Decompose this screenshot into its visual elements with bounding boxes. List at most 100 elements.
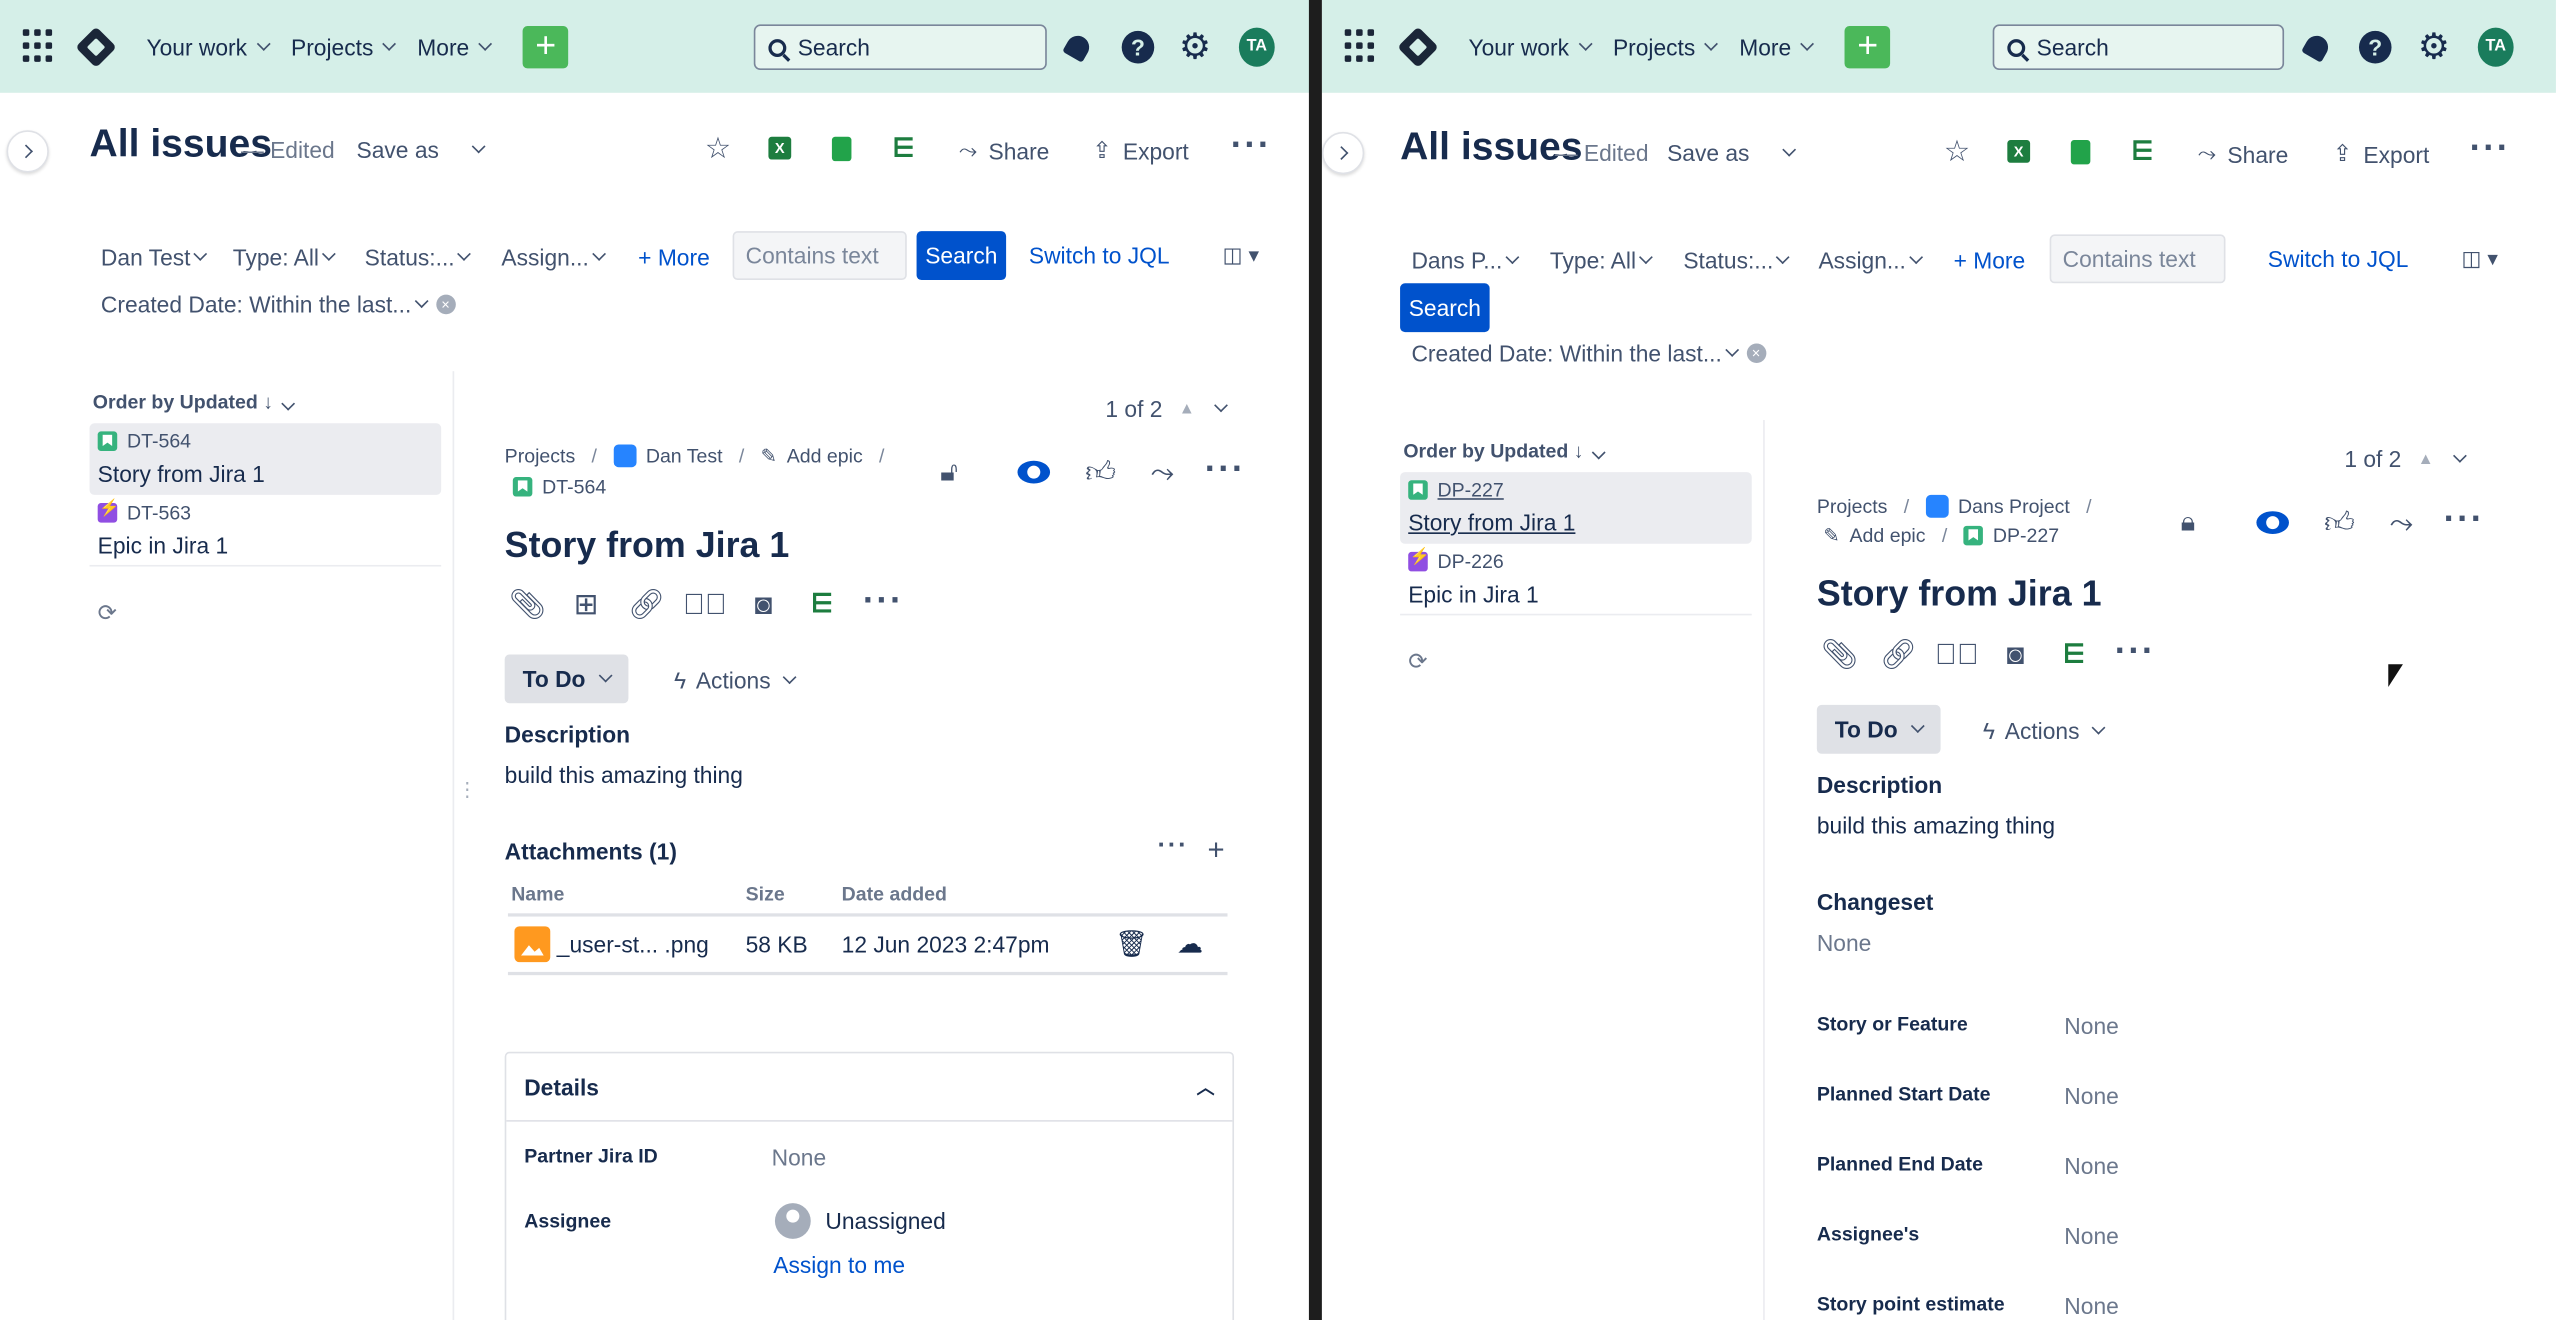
more-actions-icon[interactable]: ··· [1205,448,1246,490]
share-button[interactable]: ⤳ Share [2198,140,2288,168]
settings-gear-icon[interactable]: ⚙ [2416,28,2452,65]
expand-sidebar-button[interactable] [6,130,49,173]
more-actions-icon[interactable]: ··· [2444,498,2485,540]
collapse-chevron-icon[interactable]: ︿ [1197,1074,1215,1099]
order-by-button[interactable]: Order by Updated ↓ [1403,440,1606,462]
vote-thumbs-up-icon[interactable]: 👍︎ [1083,454,1119,490]
app-switcher-icon[interactable] [22,28,59,64]
checklist-icon[interactable]: ✓⃝ [683,584,727,623]
vote-thumbs-up-icon[interactable]: 👍︎ [2322,505,2358,541]
export-button[interactable]: ⇪ Export [1092,137,1188,165]
app-square-icon[interactable]: ◙ [744,584,783,623]
status-dropdown[interactable]: To Do [1816,704,1940,754]
google-sheets-icon[interactable] [2064,135,2097,168]
refresh-icon[interactable]: ⟳ [98,599,117,627]
share-icon[interactable]: ⤳ [1144,454,1180,490]
star-icon[interactable]: ☆ [702,131,735,165]
more-tools-icon[interactable]: ··· [863,580,904,622]
link-icon[interactable]: 🔗︎ [627,584,666,623]
actions-dropdown[interactable]: ϟ Actions [674,667,798,694]
jira-logo-icon[interactable] [1397,25,1439,68]
profile-avatar[interactable]: TA [1238,27,1275,67]
clear-filter-icon[interactable]: × [1746,343,1766,364]
attach-icon[interactable]: 📎︎ [1820,635,1859,674]
col-size[interactable]: Size [746,882,785,905]
xls-app-icon[interactable]: ⋿ [803,584,842,623]
previous-issue-icon[interactable]: ▲ [2418,450,2434,468]
link-icon[interactable]: 🔗︎ [1879,635,1918,674]
switch-to-jql-link[interactable]: Switch to JQL [1029,243,1170,269]
next-issue-icon[interactable] [1213,398,1228,413]
list-item[interactable]: DP-227 Story from Jira 1 [1400,472,1752,544]
filter-type[interactable]: Type: All [1550,247,1653,274]
share-icon[interactable]: ⤳ [2383,505,2419,541]
description-text[interactable]: build this amazing thing [1817,812,2055,838]
create-button[interactable]: + [1844,24,1891,68]
clear-filter-icon[interactable]: × [435,294,456,315]
child-issue-icon[interactable]: ⊞ [567,584,606,623]
add-epic-link[interactable]: Add epic [1850,524,1926,547]
xls-export-icon[interactable]: ⋿ [887,132,920,165]
refresh-icon[interactable]: ⟳ [1408,648,1427,676]
settings-gear-icon[interactable]: ⚙ [1177,28,1213,65]
nav-projects[interactable]: Projects [1613,33,1719,59]
field-value-assignees[interactable]: None [2064,1223,2118,1249]
help-icon[interactable]: ? [2357,29,2393,65]
xls-export-icon[interactable]: ⋿ [2126,135,2159,168]
delete-trash-icon[interactable]: 🗑︎ [1115,928,1177,961]
app-square-icon[interactable]: ◙ [1996,635,2035,674]
list-item[interactable]: DP-226 Epic in Jira 1 [1400,544,1752,616]
nav-more[interactable]: More [1739,33,1815,59]
assignee-value[interactable]: Unassigned [774,1203,946,1239]
attachments-menu-icon[interactable]: ··· [1158,832,1189,861]
previous-issue-icon[interactable]: ▲ [1179,400,1195,418]
issue-title[interactable]: Story from Jira 1 [505,524,790,566]
resize-handle[interactable]: ⋮ [457,778,477,801]
filter-type[interactable]: Type: All [233,244,336,270]
download-cloud-icon[interactable]: ☁︎ [1177,928,1203,961]
filter-project[interactable]: Dan Test [101,244,208,270]
order-by-button[interactable]: Order by Updated ↓ [93,391,296,414]
excel-export-icon[interactable]: X [2002,135,2035,168]
field-value-story-or-feature[interactable]: None [2064,1013,2118,1039]
details-header[interactable]: Details ︿ [506,1053,1233,1122]
nav-your-work[interactable]: Your work [147,33,271,59]
field-value-planned-end-date[interactable]: None [2064,1153,2118,1179]
watch-eye-icon[interactable] [2255,505,2291,541]
help-icon[interactable]: ? [1120,29,1156,65]
changeset-value[interactable]: None [1817,930,1871,956]
save-as-button[interactable]: Save as [357,137,485,163]
next-issue-icon[interactable] [2452,448,2467,463]
breadcrumb-issue-key[interactable]: DT-564 [512,475,606,498]
col-date-added[interactable]: Date added [842,882,947,905]
lock-icon[interactable]: 🔓︎ [931,454,967,490]
notifications-icon[interactable] [2299,29,2335,65]
profile-avatar[interactable]: TA [2477,27,2514,67]
global-search-input[interactable]: Search [1992,24,2285,71]
filter-project[interactable]: Dans P... [1411,247,1519,274]
breadcrumb-project[interactable]: Dan Test [646,444,723,467]
jira-logo-icon[interactable] [75,25,117,68]
more-filters-button[interactable]: + More [638,244,710,270]
add-attachment-icon[interactable]: + [1198,832,1234,868]
filter-assignee[interactable]: Assign... [501,244,606,270]
breadcrumb-issue-key[interactable]: DP-227 [1993,524,2059,547]
search-button[interactable]: Search [1400,283,1490,333]
more-tools-icon[interactable]: ··· [2115,630,2156,672]
share-button[interactable]: ⤳ Share [959,137,1049,165]
field-value-story-point-estimate[interactable]: None [2064,1293,2118,1319]
view-toggle-icon[interactable]: ◫ ▾ [1223,243,1260,269]
nav-more[interactable]: More [417,33,493,59]
excel-export-icon[interactable]: X [764,132,797,165]
watch-eye-icon[interactable] [1016,454,1052,490]
field-value-partner-jira-id[interactable]: None [772,1144,826,1170]
search-button[interactable]: Search [916,231,1007,281]
save-as-button[interactable]: Save as [1667,140,1796,166]
actions-dropdown[interactable]: ϟ Actions [1983,718,2106,744]
app-switcher-icon[interactable] [1344,28,1381,64]
more-filters-button[interactable]: + More [1954,247,2026,273]
issue-title[interactable]: Story from Jira 1 [1817,573,2102,615]
breadcrumb-project[interactable]: Dans Project [1958,495,2070,518]
switch-to-jql-link[interactable]: Switch to JQL [2268,246,2409,272]
global-search-input[interactable]: Search [753,24,1047,71]
